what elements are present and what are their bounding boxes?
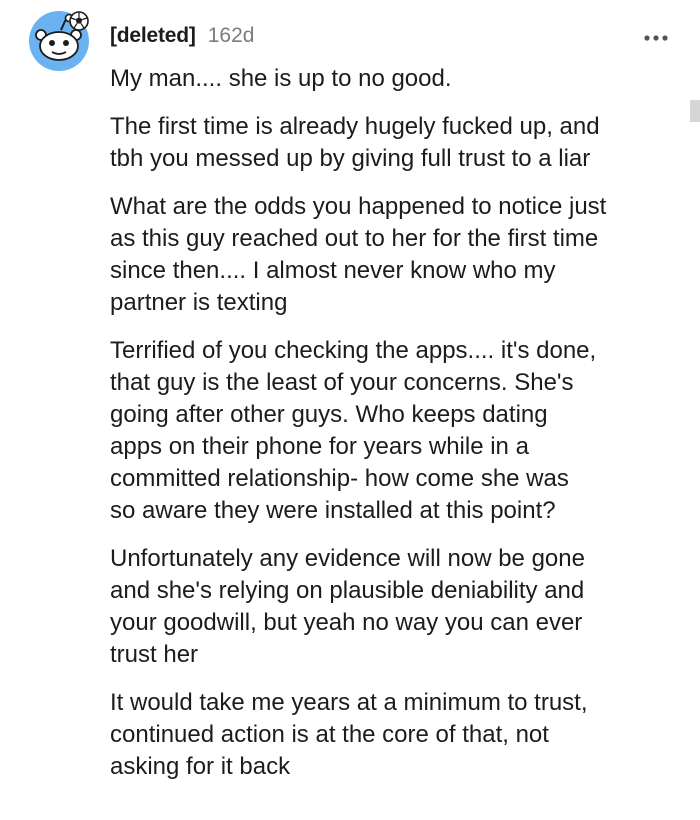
comment-text-line: apps on their phone for years while in a [110, 433, 529, 460]
comment-paragraph: My man.... she is up to no good. [110, 63, 680, 95]
comment-text-line: continued action is at the core of that,… [110, 721, 549, 748]
more-options-button[interactable] [636, 26, 676, 50]
username[interactable]: [deleted] [110, 24, 196, 48]
comment-text-line: trust her [110, 641, 199, 668]
user-avatar-icon[interactable] [28, 10, 90, 72]
comment-paragraph: Unfortunately any evidence will now be g… [110, 543, 680, 671]
scrollbar-thumb[interactable] [690, 100, 700, 122]
comment-paragraph: What are the odds you happened to notice… [110, 191, 680, 319]
comment-text-line: tbh you messed up by giving full trust t… [110, 145, 591, 172]
comment-text-line: Terrified of you checking the apps.... i… [110, 337, 597, 364]
comment-text-line: since then.... I almost never know who m… [110, 257, 556, 284]
comment-header: [deleted] 162d [110, 24, 254, 54]
comment-paragraph: Terrified of you checking the apps.... i… [110, 335, 680, 527]
comment-text-line: and she's relying on plausible deniabili… [110, 577, 585, 604]
comment-text-line: asking for it back [110, 753, 291, 780]
comment-paragraph: It would take me years at a minimum to t… [110, 687, 680, 783]
comment-text-line: that guy is the least of your concerns. … [110, 369, 574, 396]
comment-text-line: My man.... she is up to no good. [110, 65, 452, 92]
comment-text-line: partner is texting [110, 289, 288, 316]
comment-age: 162d [207, 24, 255, 47]
comment-text-line: committed relationship- how come she was [110, 465, 569, 492]
comment-text-line: as this guy reached out to her for the f… [110, 225, 599, 252]
comment-text-line: Unfortunately any evidence will now be g… [110, 545, 585, 572]
comment-body: My man.... she is up to no good. The firs… [110, 63, 680, 783]
comment-text-line: so aware they were installed at this poi… [110, 497, 556, 524]
comment-text-line: What are the odds you happened to notice… [110, 193, 607, 220]
comment-text-line: your goodwill, but yeah no way you can e… [110, 609, 583, 636]
comment-text-line: going after other guys. Who keeps dating [110, 401, 548, 428]
comment-text-line: The first time is already hugely fucked … [110, 113, 600, 140]
comment: [deleted] 162d My man.... she is up to n… [0, 0, 700, 820]
more-options-icon [644, 35, 668, 41]
comment-paragraph: The first time is already hugely fucked … [110, 111, 680, 175]
comment-text-line: It would take me years at a minimum to t… [110, 689, 588, 716]
